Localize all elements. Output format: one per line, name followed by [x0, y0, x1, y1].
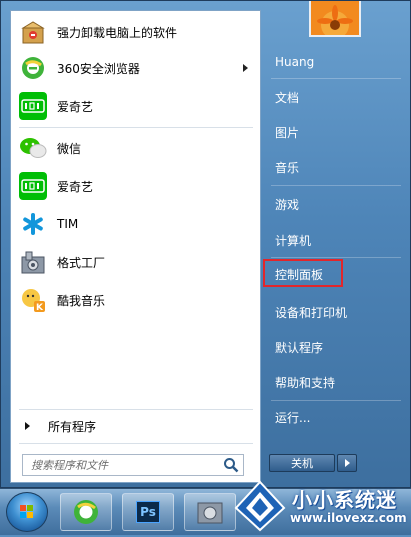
program-label: TIM [57, 217, 79, 231]
program-item-wechat[interactable]: 微信 [15, 131, 256, 165]
right-item-label: 计算机 [275, 233, 312, 248]
flower-avatar-icon [311, 1, 359, 35]
search-input[interactable] [29, 455, 222, 475]
separator [19, 409, 253, 410]
uninstaller-box-icon [19, 18, 47, 46]
search-box[interactable] [22, 454, 244, 476]
photoshop-icon: Ps [136, 501, 160, 523]
format-factory-icon [19, 248, 47, 276]
separator [19, 127, 253, 128]
watermark-logo-icon [234, 480, 286, 532]
program-item-format-factory[interactable]: 格式工厂 [15, 245, 256, 279]
chevron-right-icon [345, 459, 350, 467]
user-avatar[interactable] [309, 1, 361, 37]
right-item-label: 音乐 [275, 160, 300, 175]
right-item-run[interactable]: 运行... [267, 402, 405, 432]
right-item-label: Huang [275, 55, 315, 69]
separator [271, 400, 401, 401]
svg-text:K: K [36, 303, 44, 313]
right-item-label: 默认程序 [275, 340, 324, 355]
program-label: 强力卸载电脑上的软件 [57, 25, 178, 40]
iqiyi-icon [19, 172, 47, 200]
separator [19, 443, 253, 444]
tim-icon [19, 210, 47, 238]
program-item-360-browser[interactable]: 360安全浏览器 [15, 51, 256, 85]
submenu-arrow-icon [243, 64, 248, 72]
iqiyi-icon [19, 92, 47, 120]
taskbar-format-factory[interactable] [184, 493, 236, 531]
right-item-documents[interactable]: 文档 [267, 82, 405, 112]
right-item-label: 运行... [275, 410, 311, 425]
right-item-music[interactable]: 音乐 [267, 152, 405, 182]
right-item-help-support[interactable]: 帮助和支持 [267, 367, 405, 397]
format-factory-icon [197, 502, 223, 524]
shutdown-button[interactable]: 关机 [269, 454, 335, 472]
shutdown-options-button[interactable] [337, 454, 357, 472]
taskbar-photoshop[interactable]: Ps [122, 493, 174, 531]
right-item-default-programs[interactable]: 默认程序 [267, 332, 405, 362]
program-label: 格式工厂 [57, 255, 106, 270]
program-label: 酷我音乐 [57, 293, 106, 308]
program-item-iqiyi-recent[interactable]: 爱奇艺 [15, 169, 256, 203]
right-item-label: 游戏 [275, 197, 300, 212]
right-item-devices-printers[interactable]: 设备和打印机 [267, 297, 405, 327]
windows-logo-icon [20, 505, 33, 518]
program-item-iqiyi[interactable]: 爱奇艺 [15, 89, 256, 123]
program-item-kuwo-music[interactable]: K 酷我音乐 [15, 283, 256, 317]
program-label: 爱奇艺 [57, 99, 94, 114]
right-item-pictures[interactable]: 图片 [267, 117, 405, 147]
separator [271, 78, 401, 79]
all-programs-label: 所有程序 [48, 419, 97, 434]
control-panel-highlight-box [263, 259, 343, 287]
program-label: 360安全浏览器 [57, 61, 140, 76]
separator [271, 257, 401, 258]
photoshop-label: Ps [140, 505, 156, 519]
right-item-label: 文档 [275, 90, 300, 105]
wechat-icon [19, 134, 47, 162]
right-item-computer[interactable]: 计算机 [267, 225, 405, 255]
separator [271, 185, 401, 186]
right-item-games[interactable]: 游戏 [267, 189, 405, 219]
program-label: 微信 [57, 141, 82, 156]
program-item-tim[interactable]: TIM [15, 207, 256, 241]
start-menu: 强力卸载电脑上的软件 360安全浏览器 爱奇艺 微信 爱奇艺 TIM 格式工厂 … [0, 0, 411, 488]
program-item-uninstaller[interactable]: 强力卸载电脑上的软件 [15, 15, 256, 49]
360-browser-icon [74, 500, 98, 524]
watermark-title: 小小系统迷 [292, 488, 397, 512]
watermark: 小小系统迷 www.ilovexz.com [230, 478, 411, 534]
right-item-label: 设备和打印机 [275, 305, 348, 320]
search-icon[interactable] [222, 456, 240, 474]
right-item-label: 图片 [275, 125, 300, 140]
watermark-url: www.ilovexz.com [290, 511, 407, 525]
right-item-label: 帮助和支持 [275, 375, 336, 390]
360-browser-icon [19, 54, 47, 82]
right-item-user[interactable]: Huang [267, 47, 405, 77]
expand-arrow-icon [25, 422, 30, 430]
start-button[interactable] [6, 492, 48, 532]
all-programs-button[interactable]: 所有程序 [15, 415, 256, 437]
kuwo-music-icon: K [19, 286, 47, 314]
program-label: 爱奇艺 [57, 179, 94, 194]
programs-panel: 强力卸载电脑上的软件 360安全浏览器 爱奇艺 微信 爱奇艺 TIM 格式工厂 … [10, 10, 261, 483]
taskbar-360-browser[interactable] [60, 493, 112, 531]
